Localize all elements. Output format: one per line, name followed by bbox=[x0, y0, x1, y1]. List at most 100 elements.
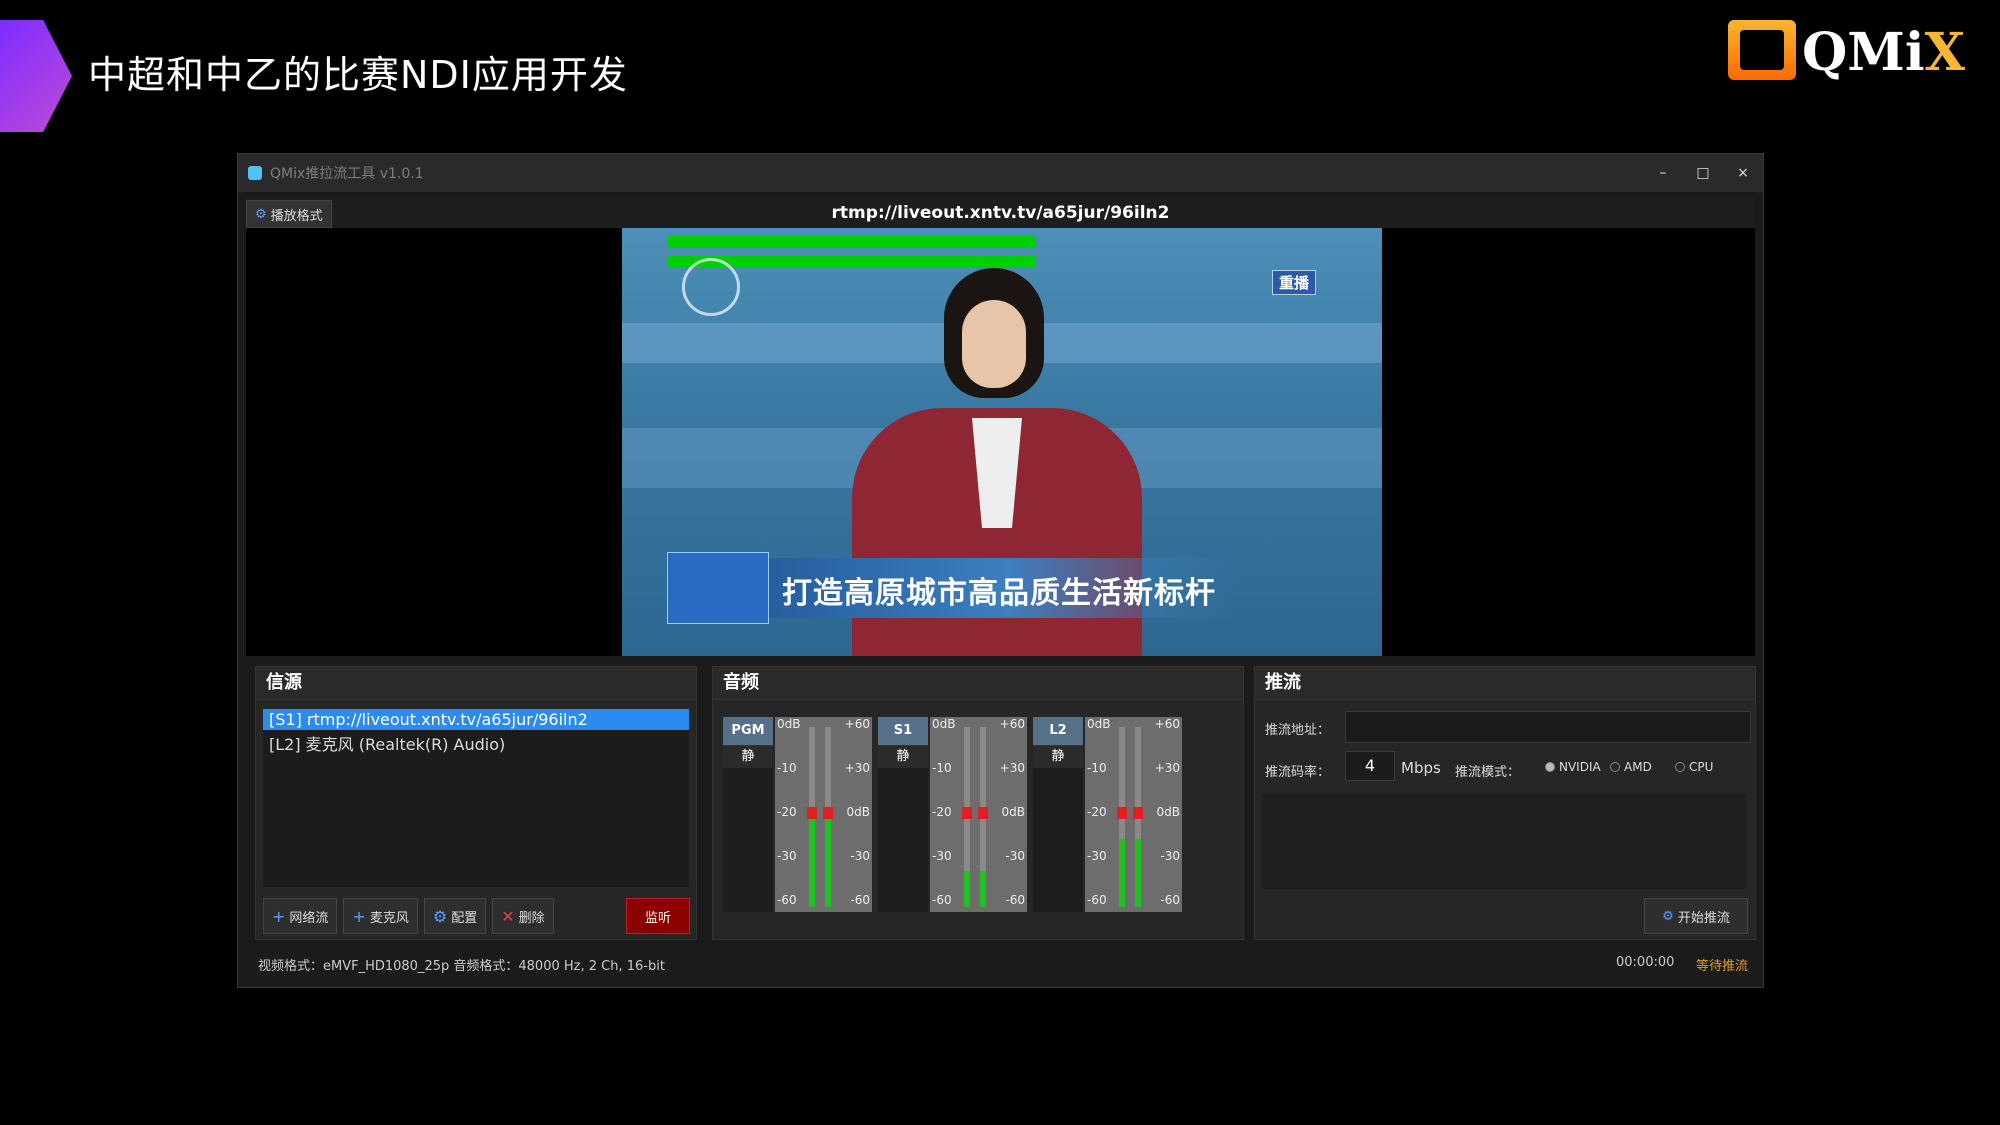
scale-label-left: -30 bbox=[1087, 849, 1107, 863]
volume-fader-handle[interactable] bbox=[1117, 807, 1127, 819]
add-network-stream-button[interactable]: + 网络流 bbox=[263, 898, 338, 934]
source-panel-title: 信源 bbox=[256, 667, 696, 700]
scale-label-left: -60 bbox=[932, 893, 952, 907]
add-network-stream-label: 网络流 bbox=[289, 910, 329, 926]
app-icon bbox=[248, 166, 262, 180]
meter-level-fill bbox=[964, 871, 970, 907]
window-controls: – □ × bbox=[1643, 165, 1763, 181]
add-mic-button[interactable]: + 麦克风 bbox=[343, 898, 418, 934]
slide-title: 中超和中乙的比赛NDI应用开发 bbox=[88, 53, 628, 97]
config-button[interactable]: ⚙ 配置 bbox=[423, 898, 487, 934]
mode-amd-label: AMD bbox=[1624, 760, 1652, 774]
audio-strip-pgm: PGM 静 0dB -10 -20 -30 -60 +60 +30 0dB -30 -60 bbox=[723, 717, 873, 912]
plus-icon: + bbox=[352, 906, 366, 926]
scale-label-left: -10 bbox=[932, 761, 952, 775]
scale-label-left: -60 bbox=[777, 893, 797, 907]
replay-badge: 重播 bbox=[1272, 270, 1317, 295]
stream-url-label: rtmp://liveout.xntv.tv/a65jur/96iln2 bbox=[831, 203, 1170, 223]
stream-state: 等待推流 bbox=[1696, 959, 1749, 974]
scale-label-left: -10 bbox=[777, 761, 797, 775]
scale-label-left: -60 bbox=[1087, 893, 1107, 907]
scale-label-right: +60 bbox=[999, 717, 1025, 731]
level-meter: 0dB -10 -20 -30 -60 +60 +30 0dB -30 -60 bbox=[1085, 717, 1182, 912]
scale-label-right: -60 bbox=[850, 893, 870, 907]
audio-strip-s1: S1 静 0dB -10 -20 -30 -60 +60 +30 0dB -30 -60 bbox=[878, 717, 1028, 912]
source-buttons: + 网络流 + 麦克风 ⚙ 配置 ✕ 删除 bbox=[263, 898, 554, 934]
mute-button[interactable]: 静 bbox=[723, 745, 773, 768]
radio-dot bbox=[1675, 762, 1685, 772]
gear-icon: ⚙ bbox=[432, 906, 448, 926]
bitrate-input[interactable]: 4 bbox=[1345, 751, 1395, 781]
scale-label-right: +30 bbox=[844, 761, 870, 775]
level-meter: 0dB -10 -20 -30 -60 +60 +30 0dB -30 -60 bbox=[930, 717, 1027, 912]
mode-cpu-label: CPU bbox=[1689, 760, 1714, 774]
delete-x-icon: ✕ bbox=[501, 906, 515, 926]
video-preview: 重播 打造高原城市高品质生活新标杆 bbox=[246, 228, 1755, 656]
title-bar: QMix推拉流工具 v1.0.1 – □ × bbox=[238, 154, 1763, 192]
radio-dot bbox=[1545, 762, 1555, 772]
mode-radio-amd[interactable]: AMD bbox=[1610, 760, 1652, 774]
bitrate-label: 推流码率： bbox=[1265, 765, 1331, 780]
volume-fader-handle[interactable] bbox=[823, 807, 833, 819]
delete-button[interactable]: ✕ 删除 bbox=[492, 898, 554, 934]
volume-fader-handle[interactable] bbox=[962, 807, 972, 819]
volume-fader-handle[interactable] bbox=[1133, 807, 1143, 819]
program-logo-icon bbox=[667, 552, 769, 624]
overlay-level-bar-left bbox=[668, 236, 1036, 248]
source-list: [S1] rtmp://liveout.xntv.tv/a65jur/96iln… bbox=[263, 709, 689, 887]
mode-nvidia-label: NVIDIA bbox=[1559, 760, 1601, 774]
meter-level-fill bbox=[1135, 839, 1141, 907]
qmix-logo: QMiX bbox=[1728, 20, 1968, 83]
audio-panel: 音频 PGM 静 0dB -10 -20 -30 -60 +60 +30 0dB -30 -60 S1 静… bbox=[712, 666, 1244, 940]
stream-log-area bbox=[1262, 793, 1746, 889]
audio-panel-title: 音频 bbox=[713, 667, 1243, 700]
strip-header: L2 静 bbox=[1033, 717, 1083, 912]
scale-label-right: +30 bbox=[1154, 761, 1180, 775]
config-label: 配置 bbox=[451, 910, 478, 926]
strip-name: L2 bbox=[1033, 717, 1083, 745]
start-stream-button[interactable]: ⚙ 开始推流 bbox=[1644, 898, 1748, 934]
scale-label-right: 0dB bbox=[1156, 805, 1180, 819]
delete-label: 删除 bbox=[518, 910, 545, 926]
scale-label-left: -20 bbox=[777, 805, 797, 819]
strip-name: PGM bbox=[723, 717, 773, 745]
maximize-button[interactable]: □ bbox=[1683, 165, 1723, 181]
scale-label-left: -20 bbox=[1087, 805, 1107, 819]
source-item-s1[interactable]: [S1] rtmp://liveout.xntv.tv/a65jur/96iln… bbox=[263, 709, 689, 730]
meter-level-fill bbox=[1119, 839, 1125, 907]
bitrate-unit: Mbps bbox=[1401, 759, 1441, 777]
app-window: QMix推拉流工具 v1.0.1 – □ × ⚙ 播放格式 rtmp://liv… bbox=[237, 153, 1764, 988]
add-mic-label: 麦克风 bbox=[369, 910, 409, 926]
video-frame: 重播 打造高原城市高品质生活新标杆 bbox=[622, 228, 1382, 656]
close-button[interactable]: × bbox=[1723, 165, 1763, 181]
minimize-button[interactable]: – bbox=[1643, 165, 1683, 181]
channel-logo-icon bbox=[682, 258, 740, 316]
stream-panel-title: 推流 bbox=[1255, 667, 1755, 700]
mode-radio-nvidia[interactable]: NVIDIA bbox=[1545, 760, 1601, 774]
strip-header: PGM 静 bbox=[723, 717, 773, 912]
scale-label-right: -30 bbox=[1160, 849, 1180, 863]
mode-radio-cpu[interactable]: CPU bbox=[1675, 760, 1713, 774]
meter-level-fill bbox=[809, 808, 815, 907]
audio-strip-l2: L2 静 0dB -10 -20 -30 -60 +60 +30 0dB -30 -60 bbox=[1033, 717, 1183, 912]
scale-label-right: -30 bbox=[1005, 849, 1025, 863]
lower-third-text: 打造高原城市高品质生活新标杆 bbox=[782, 576, 1216, 611]
monitor-button[interactable]: 监听 bbox=[626, 898, 690, 934]
level-meter: 0dB -10 -20 -30 -60 +60 +30 0dB -30 -60 bbox=[775, 717, 872, 912]
mute-button[interactable]: 静 bbox=[1033, 745, 1083, 768]
strip-name: S1 bbox=[878, 717, 928, 745]
format-info: 视频格式：eMVF_HD1080_25p 音频格式：48000 Hz, 2 Ch… bbox=[258, 959, 665, 974]
volume-fader-handle[interactable] bbox=[807, 807, 817, 819]
volume-fader-handle[interactable] bbox=[978, 807, 988, 819]
source-item-l2[interactable]: [L2] 麦克风 (Realtek(R) Audio) bbox=[263, 730, 689, 756]
elapsed-time: 00:00:00 bbox=[1616, 955, 1675, 970]
mute-button[interactable]: 静 bbox=[878, 745, 928, 768]
scale-label-left: -10 bbox=[1087, 761, 1107, 775]
scale-label-left: 0dB bbox=[1087, 717, 1111, 731]
radio-dot bbox=[1610, 762, 1620, 772]
source-panel: 信源 [S1] rtmp://liveout.xntv.tv/a65jur/96… bbox=[255, 666, 697, 940]
start-stream-label: 开始推流 bbox=[1677, 910, 1730, 926]
stream-address-input[interactable] bbox=[1345, 711, 1751, 743]
lower-third-banner: 打造高原城市高品质生活新标杆 bbox=[667, 552, 1237, 624]
strip-header: S1 静 bbox=[878, 717, 928, 912]
